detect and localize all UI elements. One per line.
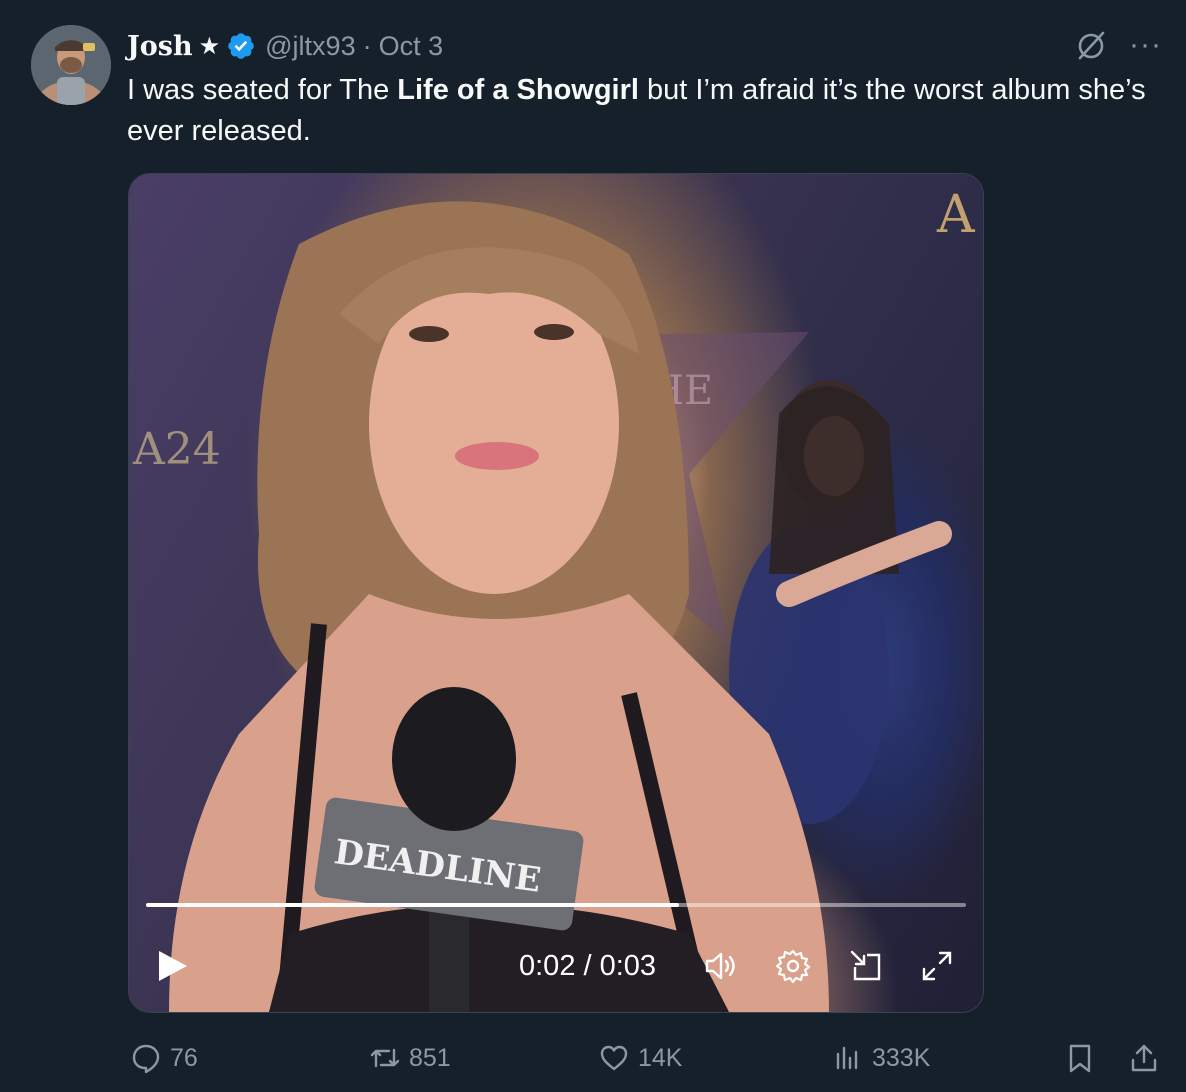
views-chart-icon (836, 1046, 858, 1070)
repost-icon (370, 1048, 400, 1068)
reply-button[interactable]: 76 (130, 1036, 198, 1080)
share-icon (1131, 1044, 1157, 1072)
views-count: 333K (872, 1043, 931, 1072)
tweet-header: Josh ★ @jltx93 · Oct 3 (127, 28, 443, 64)
author-name[interactable]: Josh (127, 31, 193, 62)
tweet-text-bold: Life of a Showgirl (397, 74, 639, 106)
video-frame-scene: A24 A HE DEADLINE (132, 185, 976, 1012)
video-time: 0:02 / 0:03 (519, 950, 657, 982)
tweet: Josh ★ @jltx93 · Oct 3 ··· I was seated … (0, 0, 1186, 1092)
svg-text:A24: A24 (132, 424, 221, 475)
grok-icon[interactable] (1074, 29, 1108, 63)
tweet-text-before: I was seated for The (127, 74, 398, 106)
play-icon[interactable] (151, 946, 191, 986)
svg-text:A: A (936, 185, 976, 245)
repost-button[interactable]: 851 (369, 1036, 451, 1080)
fullscreen-icon[interactable] (918, 947, 956, 985)
bookmark-icon (1069, 1044, 1091, 1073)
like-count: 14K (638, 1043, 683, 1072)
reply-count: 76 (170, 1043, 198, 1072)
picture-in-picture-icon[interactable] (847, 947, 885, 985)
repost-count: 851 (409, 1043, 451, 1072)
heart-icon (600, 1045, 628, 1071)
verified-badge-icon (228, 33, 254, 59)
settings-gear-icon[interactable] (774, 947, 812, 985)
views-button[interactable]: 333K (832, 1036, 930, 1080)
video-progress-fill (146, 903, 679, 907)
action-bar: 76 851 14K 333K (0, 1036, 1186, 1080)
bookmark-button[interactable] (1064, 1036, 1104, 1080)
author-handle[interactable]: @jltx93 (265, 31, 355, 62)
avatar[interactable] (31, 25, 111, 105)
reply-icon (132, 1044, 160, 1074)
tweet-date[interactable]: Oct 3 (379, 31, 444, 62)
volume-icon[interactable] (702, 947, 740, 985)
like-button[interactable]: 14K (598, 1036, 682, 1080)
separator-dot: · (362, 30, 372, 61)
tweet-text: I was seated for The Life of a Showgirl … (127, 70, 1157, 152)
video-player[interactable]: A24 A HE DEADLINE 0:02 / 0:03 (128, 173, 984, 1013)
share-button[interactable] (1128, 1036, 1168, 1080)
video-progress-bar[interactable] (146, 903, 966, 907)
star-icon: ★ (198, 32, 221, 60)
more-options-icon[interactable]: ··· (1129, 30, 1162, 60)
